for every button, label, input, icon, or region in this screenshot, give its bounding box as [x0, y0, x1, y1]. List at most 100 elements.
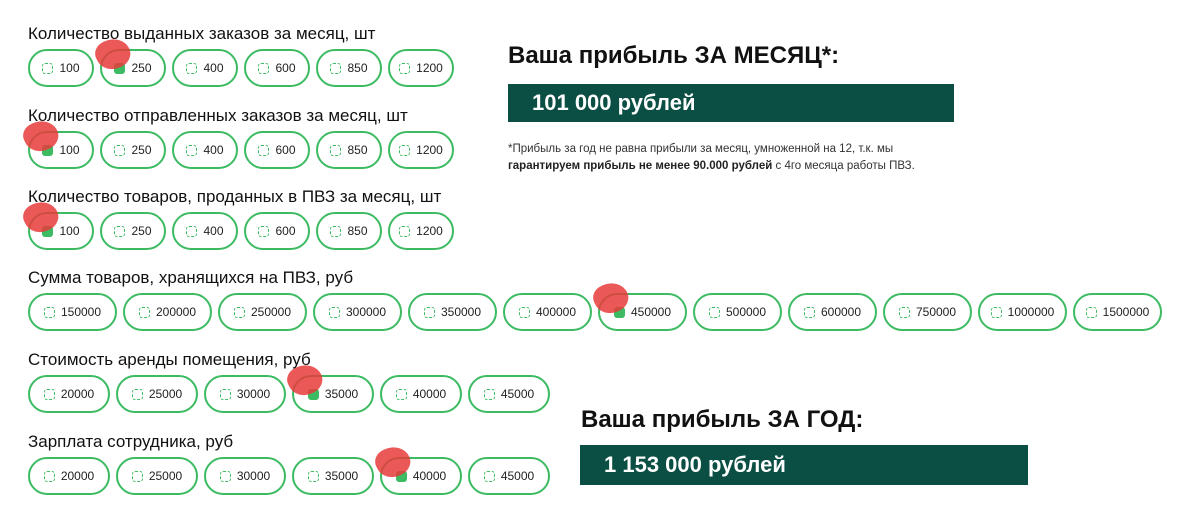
option-button[interactable]: 20000 — [28, 457, 110, 495]
option-button[interactable]: 35000 — [292, 457, 374, 495]
option-button[interactable]: 850 — [316, 212, 382, 250]
option-button[interactable]: 1500000 — [1073, 293, 1162, 331]
option-button[interactable]: 500000 — [693, 293, 782, 331]
radio-icon — [395, 388, 407, 400]
group-label: Стоимость аренды помещения, руб — [28, 350, 311, 369]
radio-icon — [186, 225, 198, 237]
option-button[interactable]: 400 — [172, 212, 238, 250]
option-button[interactable]: 600 — [244, 131, 310, 169]
option-label: 1200 — [416, 224, 443, 238]
option-button[interactable]: 1000000 — [978, 293, 1067, 331]
option-button[interactable]: 20000 — [28, 375, 110, 413]
group-issued-orders: Количество выданных заказов за месяц, шт… — [28, 24, 454, 87]
monthly-profit-title: Ваша прибыль ЗА МЕСЯЦ*: — [508, 42, 840, 69]
radio-icon — [42, 144, 54, 156]
radio-icon — [186, 62, 198, 74]
radio-icon — [307, 470, 319, 482]
radio-icon — [233, 306, 245, 318]
radio-icon — [258, 144, 270, 156]
option-label: 1200 — [416, 143, 443, 157]
option-button[interactable]: 850 — [316, 131, 382, 169]
option-button[interactable]: 200000 — [123, 293, 212, 331]
option-button[interactable]: 45000 — [468, 375, 550, 413]
option-button[interactable]: 150000 — [28, 293, 117, 331]
option-label: 30000 — [236, 469, 271, 483]
radio-icon — [330, 144, 342, 156]
option-button[interactable]: 600 — [244, 212, 310, 250]
option-button[interactable]: 600 — [244, 49, 310, 87]
radio-icon — [483, 470, 495, 482]
radio-icon — [395, 470, 407, 482]
options: 100 250 400 600 850 1200 — [28, 212, 454, 250]
option-button[interactable]: 600000 — [788, 293, 877, 331]
radio-icon — [219, 388, 231, 400]
group-label: Количество выданных заказов за месяц, шт — [28, 24, 376, 43]
option-label: 20000 — [60, 469, 95, 483]
radio-icon — [399, 144, 411, 156]
options: 100 250 400 600 850 1200 — [28, 49, 454, 87]
note-bold-text: гарантируем прибыль не менее 90.000 рубл… — [508, 160, 773, 172]
option-label: 600 — [275, 224, 296, 238]
options: 150000 200000 250000 300000 350000 400000 4500… — [28, 293, 1162, 331]
radio-icon — [131, 470, 143, 482]
option-label: 350000 — [440, 305, 482, 319]
options: 20000 25000 30000 35000 40000 45000 — [28, 457, 550, 495]
group-rent-cost: Стоимость аренды помещения, руб 20000 250… — [28, 350, 550, 413]
option-button[interactable]: 100 — [28, 49, 94, 87]
option-label: 450000 — [630, 305, 672, 319]
option-button[interactable]: 350000 — [408, 293, 497, 331]
option-label: 35000 — [324, 387, 359, 401]
option-button[interactable]: 400000 — [503, 293, 592, 331]
radio-icon — [42, 62, 54, 74]
option-label: 250 — [131, 224, 152, 238]
option-button[interactable]: 250 — [100, 131, 166, 169]
option-button[interactable]: 250 — [100, 212, 166, 250]
option-button[interactable]: 1200 — [388, 212, 454, 250]
radio-icon — [518, 306, 530, 318]
option-label: 40000 — [412, 387, 447, 401]
option-label: 40000 — [412, 469, 447, 483]
option-label: 25000 — [148, 469, 183, 483]
option-button[interactable]: 250 — [100, 49, 166, 87]
option-button[interactable]: 35000 — [292, 375, 374, 413]
options: 20000 25000 30000 35000 40000 45000 — [28, 375, 550, 413]
option-button[interactable]: 400 — [172, 49, 238, 87]
option-label: 250 — [131, 61, 152, 75]
group-sold-items: Количество товаров, проданных в ПВЗ за м… — [28, 187, 454, 250]
options: 100 250 400 600 850 1200 — [28, 131, 454, 169]
option-button[interactable]: 40000 — [380, 457, 462, 495]
radio-icon — [423, 306, 435, 318]
option-label: 400000 — [535, 305, 577, 319]
option-button[interactable]: 25000 — [116, 375, 198, 413]
option-button[interactable]: 45000 — [468, 457, 550, 495]
option-button[interactable]: 100 — [28, 131, 94, 169]
option-button[interactable]: 1200 — [388, 49, 454, 87]
option-button[interactable]: 750000 — [883, 293, 972, 331]
option-button[interactable]: 30000 — [204, 457, 286, 495]
option-label: 500000 — [725, 305, 767, 319]
option-label: 250000 — [250, 305, 292, 319]
option-button[interactable]: 450000 — [598, 293, 687, 331]
option-button[interactable]: 30000 — [204, 375, 286, 413]
option-button[interactable]: 400 — [172, 131, 238, 169]
group-stored-goods-sum: Сумма товаров, хранящихся на ПВЗ, руб 15… — [28, 268, 1162, 331]
radio-icon — [803, 306, 815, 318]
group-label: Количество отправленных заказов за месяц… — [28, 106, 408, 125]
group-label: Количество товаров, проданных в ПВЗ за м… — [28, 187, 442, 206]
option-button[interactable]: 300000 — [313, 293, 402, 331]
option-label: 600 — [275, 143, 296, 157]
radio-icon — [399, 62, 411, 74]
radio-icon — [399, 225, 411, 237]
option-button[interactable]: 1200 — [388, 131, 454, 169]
radio-icon — [186, 144, 198, 156]
option-button[interactable]: 250000 — [218, 293, 307, 331]
group-label: Зарплата сотрудника, руб — [28, 432, 234, 451]
option-label: 20000 — [60, 387, 95, 401]
option-button[interactable]: 100 — [28, 212, 94, 250]
option-button[interactable]: 850 — [316, 49, 382, 87]
option-button[interactable]: 40000 — [380, 375, 462, 413]
option-button[interactable]: 25000 — [116, 457, 198, 495]
radio-icon — [330, 225, 342, 237]
option-label: 100 — [59, 224, 80, 238]
radio-icon — [330, 62, 342, 74]
